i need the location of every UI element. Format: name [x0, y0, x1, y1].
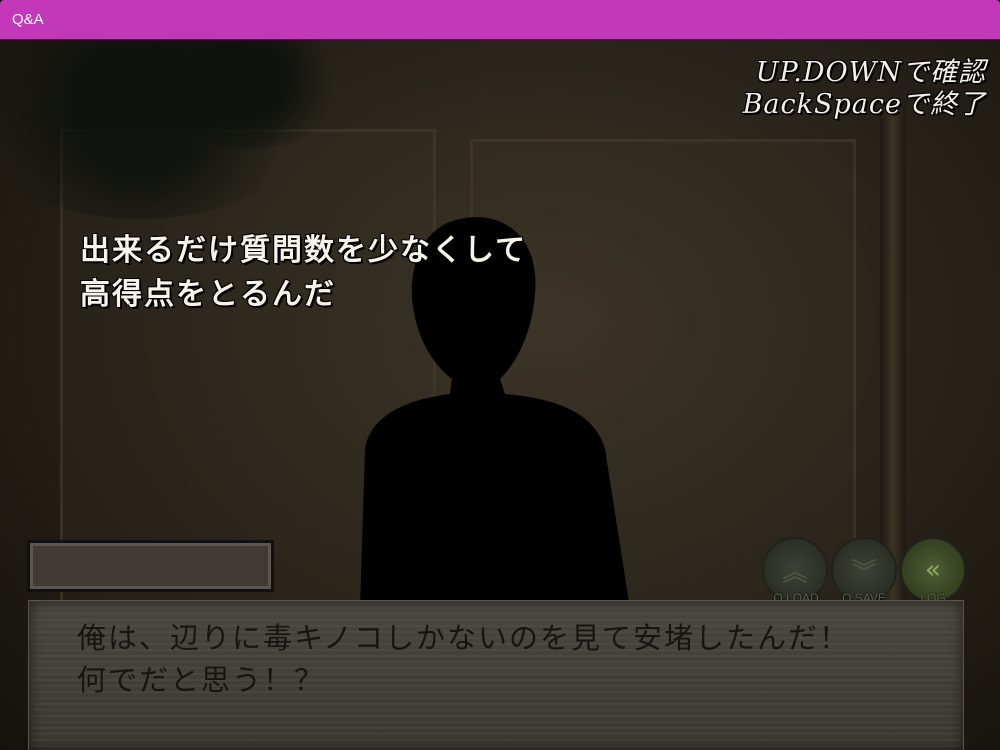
double-chevron-left-icon: « — [925, 555, 941, 585]
dialogue-box[interactable]: 俺は、辺りに毒キノコしかないのを見て安堵したんだ！ 何でだと思う！？ — [28, 600, 964, 750]
speaker-name-box — [27, 540, 274, 592]
key-hint: UP.DOWNで確認 BackSpaceで終了 — [743, 57, 986, 121]
question-line2: 高得点をとるんだ — [80, 277, 336, 312]
question-line1: 出来るだけ質問数を少なくして — [80, 233, 528, 268]
window-title: Q&A — [0, 0, 1000, 39]
dialogue-text: 俺は、辺りに毒キノコしかないのを見て安堵したんだ！ 何でだと思う！？ — [77, 617, 937, 701]
key-hint-line1: UP.DOWNで確認 — [755, 57, 986, 88]
double-chevron-up-icon: ︽ — [781, 557, 808, 588]
dialogue-line2: 何でだと思う！？ — [77, 663, 326, 697]
question-text: 出来るだけ質問数を少なくして 高得点をとるんだ — [80, 229, 527, 317]
double-chevron-down-icon: ︾ — [850, 557, 877, 588]
dialogue-line1: 俺は、辺りに毒キノコしかないのを見て安堵したんだ！ — [77, 621, 850, 655]
game-scene: UP.DOWNで確認 BackSpaceで終了 出来るだけ質問数を少なくして 高… — [0, 39, 1000, 750]
key-hint-line2: BackSpaceで終了 — [742, 89, 986, 120]
